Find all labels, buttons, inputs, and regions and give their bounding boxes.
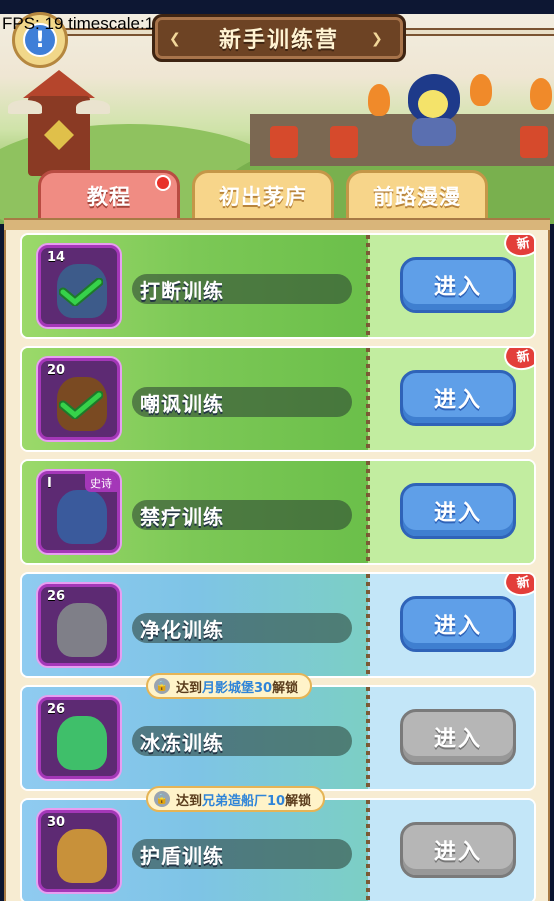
training-name: 冰冻训练 <box>132 726 352 756</box>
page-title: 新手训练营 <box>218 28 339 53</box>
training-card: 26 净化训练 进入新 <box>20 572 536 678</box>
training-card: 14 打断训练 进入新 <box>20 233 536 339</box>
unlock-target: 月影城堡30 <box>202 680 273 696</box>
tab-label: 教程 <box>87 185 131 209</box>
helmet-icon[interactable]: 26 <box>38 697 120 779</box>
notification-dot <box>155 175 171 191</box>
item-art <box>57 603 107 657</box>
lock-icon: 🔒 <box>154 678 170 694</box>
item-level: 30 <box>47 815 66 830</box>
unlock-suffix: 解锁 <box>272 680 299 696</box>
tab-road-ahead[interactable]: 前路漫漫 <box>346 170 488 222</box>
frame-edge <box>4 220 550 230</box>
enter-button[interactable]: 进入 <box>400 483 516 539</box>
unlock-requirement: 🔒 达到 兄弟造船厂10 解锁 <box>146 786 326 812</box>
top-strip <box>0 0 554 14</box>
item-level: 14 <box>47 250 66 265</box>
tab-tutorial[interactable]: 教程 <box>38 170 180 222</box>
dashed-divider <box>366 800 370 901</box>
enter-button[interactable]: 进入 <box>400 370 516 426</box>
fps-readout: FPS: 19 timescale:1 <box>2 14 155 33</box>
chevron-right-icon: ❯ <box>371 31 383 47</box>
gauntlet-icon[interactable]: 20 <box>38 358 120 440</box>
rarity-tag: 史诗 <box>85 474 117 492</box>
dashed-divider <box>366 687 370 789</box>
item-art <box>57 829 107 883</box>
unlock-target: 兄弟造船厂10 <box>202 793 286 809</box>
enter-button[interactable]: 进入 <box>400 596 516 652</box>
training-card: 30 护盾训练 进入 <box>20 798 536 901</box>
boots-icon[interactable]: 26 <box>38 584 120 666</box>
enter-button[interactable]: 进入 <box>400 257 516 313</box>
checkmark-icon <box>59 391 103 419</box>
rope-decoration <box>398 28 554 36</box>
training-name: 嘲讽训练 <box>132 387 352 417</box>
checkmark-icon <box>59 278 103 306</box>
unlock-prefix: 达到 <box>176 680 203 696</box>
hero-portrait-icon[interactable]: I 史诗 <box>38 471 120 553</box>
dashed-divider <box>366 235 370 337</box>
orc-tower-illustration <box>8 60 110 180</box>
dashed-divider <box>366 461 370 563</box>
item-level: 26 <box>47 702 66 717</box>
dashed-divider <box>366 348 370 450</box>
tab-label: 初出茅庐 <box>219 185 307 209</box>
training-card: 20 嘲讽训练 进入新 <box>20 346 536 452</box>
tab-label: 前路漫漫 <box>373 185 461 209</box>
training-name: 净化训练 <box>132 613 352 643</box>
fortress-illustration <box>250 74 554 166</box>
training-name: 护盾训练 <box>132 839 352 869</box>
item-art <box>57 716 107 770</box>
training-card: I 史诗 禁疗训练 进入 <box>20 459 536 565</box>
hero-avatar[interactable] <box>404 74 462 146</box>
training-camp-screen: ! ❮ 新手训练营 ❯ FPS: 19 timescale:1 教程 初出茅庐 … <box>0 0 554 901</box>
tab-beginner[interactable]: 初出茅庐 <box>192 170 334 222</box>
item-level: I <box>47 476 52 491</box>
unlock-requirement: 🔒 达到 月影城堡30 解锁 <box>146 673 313 699</box>
unlock-prefix: 达到 <box>176 793 203 809</box>
training-name: 禁疗训练 <box>132 500 352 530</box>
title-plate: ❮ 新手训练营 ❯ <box>152 14 406 62</box>
armor-icon[interactable]: 14 <box>38 245 120 327</box>
training-name: 打断训练 <box>132 274 352 304</box>
lock-icon: 🔒 <box>154 791 170 807</box>
item-art <box>57 490 107 544</box>
item-level: 20 <box>47 363 66 378</box>
item-level: 26 <box>47 589 66 604</box>
enter-button[interactable]: 进入 <box>400 822 516 878</box>
enter-button[interactable]: 进入 <box>400 709 516 765</box>
unlock-suffix: 解锁 <box>285 793 312 809</box>
dashed-divider <box>366 574 370 676</box>
ring-icon[interactable]: 30 <box>38 810 120 892</box>
training-card: 26 冰冻训练 进入 <box>20 685 536 791</box>
